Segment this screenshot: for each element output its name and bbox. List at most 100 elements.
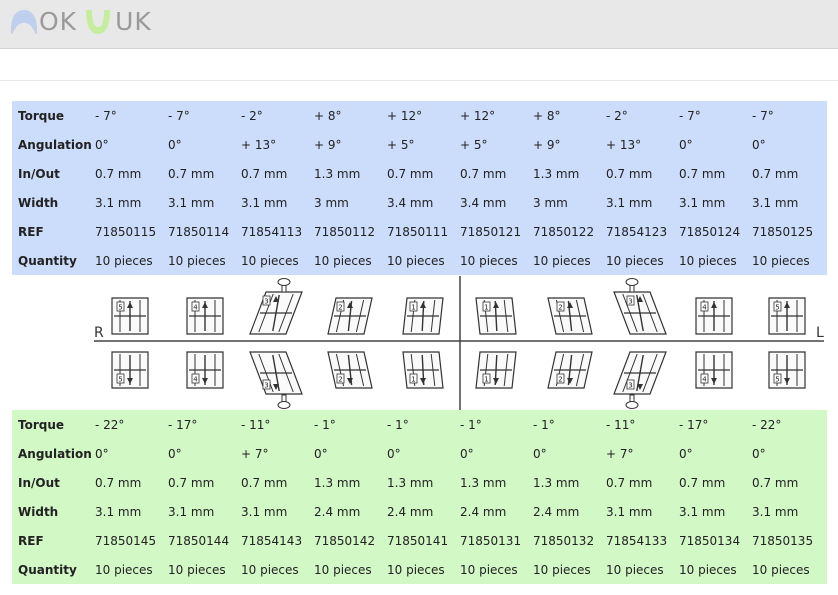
hook-icon [625, 401, 639, 409]
spec-row-width: Width 3.1 mm 3.1 mm 3.1 mm 3 mm 3.4 mm 3.4 mm 3… [12, 188, 827, 217]
spec-cell: 71850145 [95, 533, 157, 548]
spec-cell: 71850125 [752, 224, 814, 239]
spec-cell: + 5° [460, 137, 488, 152]
okuk-logo[interactable]: OK UK [9, 6, 152, 38]
spec-cell: + 9° [314, 137, 342, 152]
spec-cell: 1.3 mm [533, 475, 580, 490]
spec-cell: 10 pieces [168, 253, 226, 268]
spec-cell: 71854133 [606, 533, 668, 548]
spec-cell: 10 pieces [460, 253, 518, 268]
row-label: Quantity [18, 562, 77, 577]
bracket-position-diagram: R L 5 4 3 2 1 1 2 3 4 5 5 4 3 2 1 1 2 3 4 5 [94, 276, 824, 410]
spec-cell: + 12° [460, 108, 496, 123]
upper-bracket-8: 3 [613, 278, 667, 335]
spec-cell: - 2° [606, 108, 628, 123]
spec-cell: 3.1 mm [606, 504, 653, 519]
tooth-number: 3 [264, 382, 268, 390]
spec-cell: 0° [460, 446, 474, 461]
spec-cell: 71850144 [168, 533, 230, 548]
spec-cell: - 11° [606, 417, 636, 432]
spec-cell: - 1° [460, 417, 482, 432]
spec-cell: - 2° [241, 108, 263, 123]
spec-cell: + 7° [606, 446, 634, 461]
spec-cell: 3.1 mm [606, 195, 653, 210]
spec-cell: 10 pieces [679, 562, 737, 577]
tooth-number: 1 [484, 376, 488, 384]
spec-cell: 0.7 mm [95, 475, 142, 490]
row-label: REF [18, 533, 44, 548]
spec-cell: - 17° [679, 417, 709, 432]
spec-cell: 10 pieces [168, 562, 226, 577]
spec-cell: 0° [314, 446, 328, 461]
spec-cell: 0.7 mm [241, 166, 288, 181]
tooth-number: 2 [558, 376, 562, 384]
tooth-number: 3 [628, 382, 632, 390]
lower-bracket-10: 5 [768, 351, 806, 389]
spec-cell: 2.4 mm [314, 504, 361, 519]
spec-cell: 1.3 mm [314, 475, 361, 490]
spec-cell: 0° [533, 446, 547, 461]
spec-cell: 0.7 mm [606, 166, 653, 181]
tooth-number: 1 [411, 376, 415, 384]
tooth-number: 1 [411, 304, 415, 312]
spec-cell: - 11° [241, 417, 271, 432]
upper-bracket-6: 1 [475, 297, 517, 335]
spec-cell: - 7° [95, 108, 117, 123]
logo-text-uk: UK [115, 7, 152, 36]
tooth-number: 3 [628, 298, 632, 306]
spec-cell: 0° [168, 137, 182, 152]
lower-bracket-8: 3 [613, 351, 667, 409]
spec-row-width: Width 3.1 mm 3.1 mm 3.1 mm 2.4 mm 2.4 mm 2.4 m… [12, 497, 827, 526]
spec-cell: 1.3 mm [314, 166, 361, 181]
spec-cell: + 8° [533, 108, 561, 123]
spec-cell: 10 pieces [606, 562, 664, 577]
tooth-number: 4 [702, 376, 707, 384]
spec-cell: + 12° [387, 108, 423, 123]
tooth-number: 5 [775, 376, 779, 384]
spec-cell: 71850111 [387, 224, 449, 239]
spec-cell: 1.3 mm [460, 475, 507, 490]
spec-row-in-out: In/Out 0.7 mm 0.7 mm 0.7 mm 1.3 mm 1.3 mm 1.3 … [12, 468, 827, 497]
spec-cell: 71850124 [679, 224, 741, 239]
upper-arch-spec-table: Torque - 7° - 7° - 2° + 8° + 12° + 12° + 8° - 2°… [12, 101, 827, 275]
spec-row-quantity: Quantity 10 pieces 10 pieces 10 pieces 10 pi… [12, 246, 827, 275]
upper-bracket-7: 2 [547, 297, 593, 335]
lower-bracket-6: 1 [475, 351, 517, 389]
spec-cell: 71850141 [387, 533, 449, 548]
tooth-number: 2 [338, 376, 342, 384]
spec-cell: 3.1 mm [95, 195, 142, 210]
spec-cell: 2.4 mm [533, 504, 580, 519]
spec-cell: 71850115 [95, 224, 157, 239]
spec-cell: + 9° [533, 137, 561, 152]
spec-cell: - 22° [95, 417, 125, 432]
spec-cell: 0° [95, 137, 109, 152]
spec-cell: + 7° [241, 446, 269, 461]
tooth-number: 5 [118, 304, 122, 312]
spec-cell: 10 pieces [314, 253, 372, 268]
row-label: Torque [18, 108, 65, 123]
tooth-number: 2 [338, 304, 342, 312]
spec-cell: 10 pieces [460, 562, 518, 577]
spec-cell: - 7° [752, 108, 774, 123]
upper-bracket-10: 5 [768, 297, 806, 335]
spec-cell: 3 mm [533, 195, 568, 210]
tooth-number: 5 [775, 304, 779, 312]
lower-bracket-5: 1 [402, 351, 444, 389]
spec-cell: + 8° [314, 108, 342, 123]
tooth-number: 3 [264, 298, 268, 306]
lower-bracket-3: 3 [249, 351, 303, 409]
spec-cell: 0° [95, 446, 109, 461]
spec-cell: 0.7 mm [168, 475, 215, 490]
header-bar: OK UK [0, 0, 838, 49]
row-label: Angulation [18, 137, 92, 152]
spec-cell: 10 pieces [95, 562, 153, 577]
spec-cell: 0° [679, 446, 693, 461]
upper-bracket-2: 4 [186, 297, 224, 335]
lower-bracket-9: 4 [695, 351, 733, 389]
spec-cell: 71850132 [533, 533, 595, 548]
tooth-number: 4 [193, 304, 198, 312]
spec-cell: - 17° [168, 417, 198, 432]
tooth-number: 5 [118, 376, 122, 384]
spec-cell: 71854123 [606, 224, 668, 239]
spec-cell: 0° [679, 137, 693, 152]
